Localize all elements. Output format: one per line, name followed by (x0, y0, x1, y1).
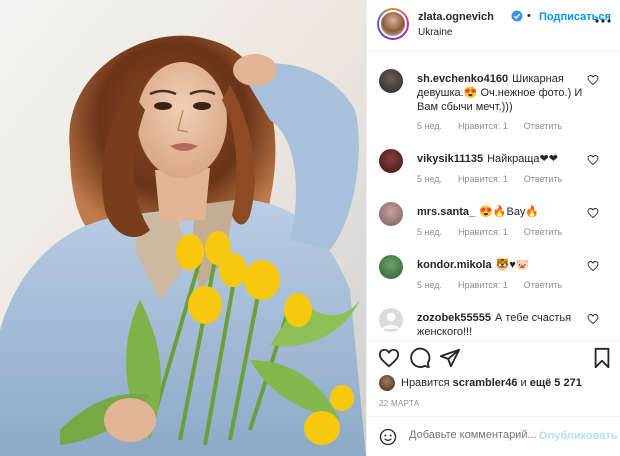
reply-button[interactable]: Ответить (524, 174, 562, 184)
emoji-icon[interactable] (379, 428, 397, 446)
comment-likes[interactable]: Нравится: 1 (458, 227, 508, 237)
post-header: zlata.ognevich • Подписаться Ukraine (367, 0, 620, 52)
heart-icon[interactable] (378, 347, 400, 369)
comment-time: 5 нед. (417, 174, 443, 184)
comment-icon[interactable] (409, 347, 431, 369)
comment-input[interactable] (409, 429, 539, 441)
comment-avatar[interactable] (379, 308, 403, 332)
post-username[interactable]: zlata.ognevich (418, 11, 494, 23)
story-ring[interactable] (377, 8, 409, 40)
likes-conjunction: и (520, 377, 527, 389)
comment-avatar[interactable] (379, 202, 403, 226)
more-options-icon[interactable] (593, 11, 613, 31)
comment-like-heart-icon[interactable] (587, 74, 599, 86)
comment-username[interactable]: kondor.mikola (417, 259, 492, 271)
likes-count[interactable]: ещё 5 271 (530, 377, 582, 389)
likes-text: Нравится scrambler46 и ещё 5 271 (401, 377, 582, 389)
comment-likes[interactable]: Нравится: 1 (458, 280, 508, 290)
reply-button[interactable]: Ответить (524, 227, 562, 237)
comment-username[interactable]: sh.evchenko4160 (417, 73, 508, 85)
comment-username[interactable]: mrs.santa_ (417, 206, 475, 218)
verified-badge-icon (511, 10, 523, 22)
comment-avatar[interactable] (379, 149, 403, 173)
comment-like-heart-icon[interactable] (587, 154, 599, 166)
add-comment-bar: Опубликовать (367, 416, 620, 456)
comment-text: mrs.santa_ 😍🔥Вау🔥 (417, 205, 585, 219)
comment-time: 5 нед. (417, 280, 443, 290)
comment-likes[interactable]: Нравится: 1 (458, 174, 508, 184)
comment-time: 5 нед. (417, 227, 443, 237)
avatar[interactable] (379, 10, 407, 38)
comment-likes[interactable]: Нравится: 1 (458, 121, 508, 131)
post-date[interactable]: 22 МАРТА (379, 399, 419, 408)
publish-button[interactable]: Опубликовать (539, 430, 618, 442)
comment-meta: 5 нед. Нравится: 1 Ответить (417, 227, 578, 237)
comment-username[interactable]: vikysik11135 (417, 153, 483, 165)
comment-meta: 5 нед. Нравится: 1 Ответить (417, 121, 578, 131)
send-icon[interactable] (439, 347, 461, 369)
comment-username[interactable]: zozobek55555 (417, 312, 491, 324)
default-avatar-icon (382, 312, 400, 329)
comment-meta: 5 нед. Нравится: 1 Ответить (417, 280, 578, 290)
photo-illustration (0, 0, 366, 456)
comment-avatar[interactable] (379, 69, 403, 93)
liker-avatar[interactable] (379, 375, 395, 391)
comment-text: kondor.mikola 🐯♥🐷 (417, 258, 585, 272)
separator-dot: • (527, 10, 531, 22)
reply-button[interactable]: Ответить (524, 280, 562, 290)
post-side-panel: zlata.ognevich • Подписаться Ukraine sh.… (366, 0, 620, 456)
comment-avatar[interactable] (379, 255, 403, 279)
likes-prefix: Нравится (401, 377, 450, 389)
comment-body: 🐯♥🐷 (495, 259, 530, 271)
comment-like-heart-icon[interactable] (587, 260, 599, 272)
bookmark-icon[interactable] (591, 347, 613, 369)
comment-like-heart-icon[interactable] (587, 207, 599, 219)
comment-text: sh.evchenko4160 Шикарная девушка.😍 Оч.неж… (417, 72, 585, 114)
post-location[interactable]: Ukraine (418, 27, 452, 38)
comment-body: 😍🔥Вау🔥 (479, 206, 540, 218)
comment-meta: 5 нед. Нравится: 1 Ответить (417, 174, 578, 184)
liker-username[interactable]: scrambler46 (453, 377, 518, 389)
comment-body: Найкраща❤❤ (487, 153, 558, 165)
comments-list[interactable]: sh.evchenko4160 Шикарная девушка.😍 Оч.неж… (367, 52, 620, 340)
comment-like-heart-icon[interactable] (587, 313, 599, 325)
post-photo[interactable] (0, 0, 366, 456)
reply-button[interactable]: Ответить (524, 121, 562, 131)
comment-text: zozobek55555 А тебе счастья женского!!! (417, 311, 585, 339)
comment-time: 5 нед. (417, 121, 443, 131)
comment-text: vikysik11135 Найкраща❤❤ (417, 152, 585, 166)
